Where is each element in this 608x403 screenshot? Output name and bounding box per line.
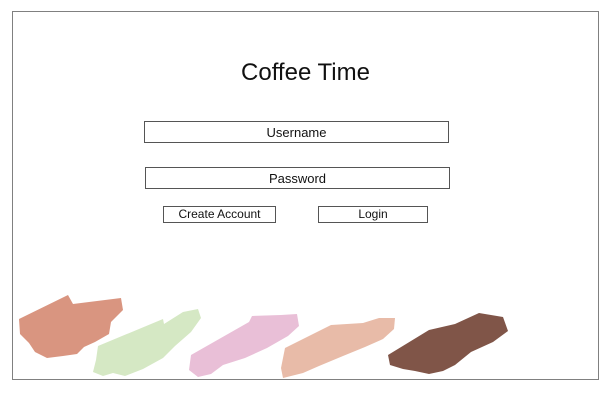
swatch-peach xyxy=(281,318,395,378)
swatch-terracotta xyxy=(19,295,123,358)
login-button[interactable]: Login xyxy=(318,206,428,223)
create-account-button[interactable]: Create Account xyxy=(163,206,276,223)
app-window: Coffee Time Create Account Login xyxy=(12,11,599,380)
swatch-blush xyxy=(189,314,299,377)
swatch-sage xyxy=(93,309,201,376)
swatch-cocoa xyxy=(388,313,508,374)
username-field[interactable] xyxy=(144,121,449,143)
page-title: Coffee Time xyxy=(241,59,370,86)
password-field[interactable] xyxy=(145,167,450,189)
